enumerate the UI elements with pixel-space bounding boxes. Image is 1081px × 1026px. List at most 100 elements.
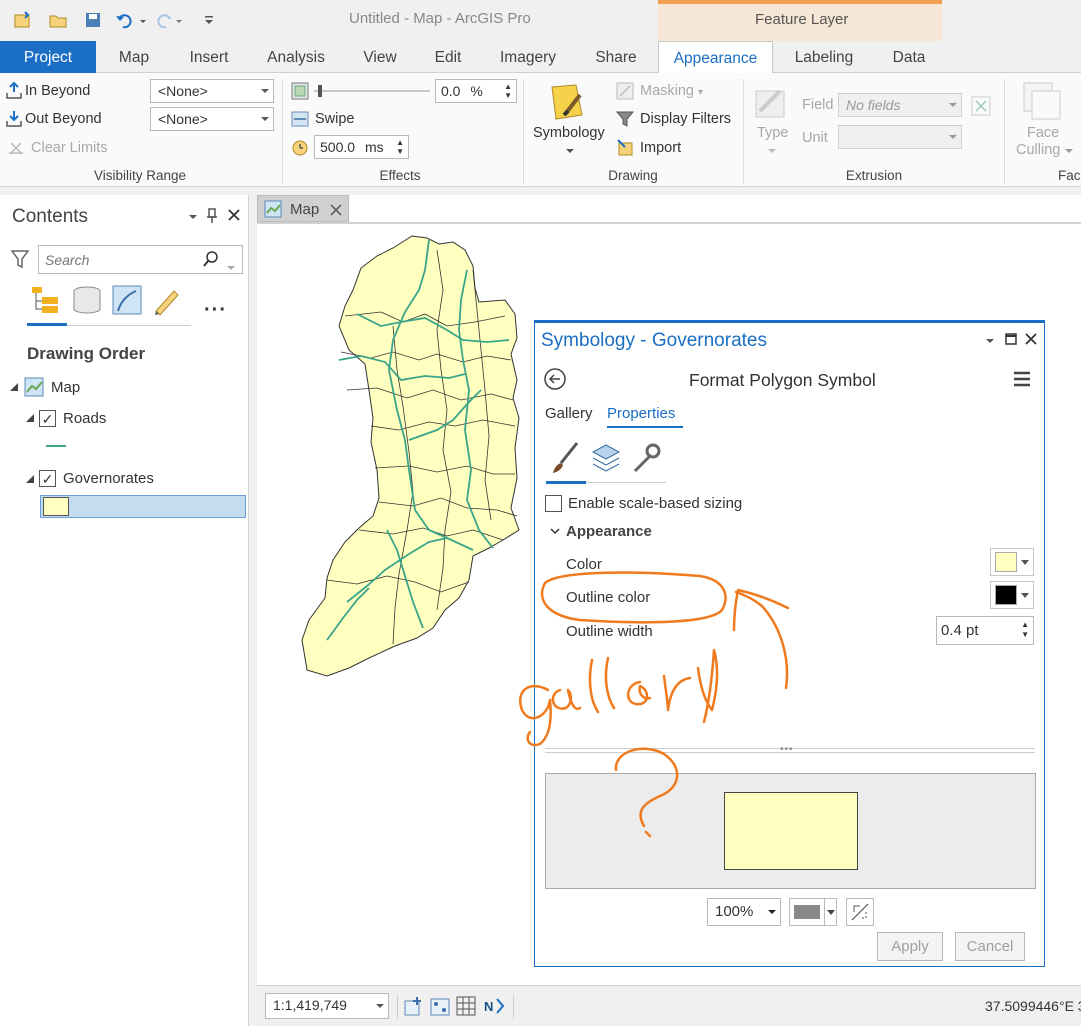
symbol-brush-icon[interactable] xyxy=(549,439,583,475)
out-beyond-button[interactable]: Out Beyond xyxy=(25,111,102,127)
list-by-editing-icon[interactable] xyxy=(150,283,184,317)
outline-width-input[interactable]: 0.4 pt ▲ ▼ xyxy=(936,616,1034,645)
redo-icon[interactable] xyxy=(152,10,186,30)
undo-icon[interactable] xyxy=(114,10,148,30)
list-by-drawing-order-icon[interactable] xyxy=(28,283,64,317)
grid-icon[interactable] xyxy=(455,995,477,1017)
in-beyond-button[interactable]: In Beyond xyxy=(25,83,90,99)
outline-width-value: 0.4 pt xyxy=(941,622,979,639)
map-scale-select[interactable]: 1:1,419,749 xyxy=(265,993,389,1019)
tab-project[interactable]: Project xyxy=(0,41,96,73)
tab-labeling[interactable]: Labeling xyxy=(786,41,862,73)
symbol-properties-wrench-icon[interactable] xyxy=(629,439,663,475)
masking-button[interactable]: Masking ▾ xyxy=(640,83,703,99)
outline-color-picker[interactable] xyxy=(990,581,1034,609)
fixed-zoom-icon[interactable] xyxy=(403,995,425,1017)
roads-symbol-icon[interactable] xyxy=(46,445,66,447)
tab-view[interactable]: View xyxy=(352,41,408,73)
preview-grid-toggle-icon[interactable] xyxy=(846,898,874,926)
search-input[interactable] xyxy=(39,246,189,273)
transparency-input[interactable]: 0.0 % ▲ ▼ xyxy=(435,79,517,103)
map-view-tab[interactable]: Map xyxy=(257,195,349,222)
pin-icon[interactable] xyxy=(204,207,220,225)
import-button[interactable]: Import xyxy=(640,140,681,156)
tab-imagery[interactable]: Imagery xyxy=(490,41,566,73)
new-project-icon[interactable] xyxy=(12,10,34,30)
maximize-icon[interactable] xyxy=(1003,331,1019,347)
save-project-icon[interactable] xyxy=(82,10,104,30)
scale-based-sizing-checkbox[interactable] xyxy=(545,495,562,512)
clear-limits-button[interactable]: Clear Limits xyxy=(31,140,108,156)
face-culling-label-1[interactable]: Face xyxy=(1027,125,1059,141)
face-culling-dropdown-icon[interactable] xyxy=(1064,147,1074,155)
governorates-map[interactable] xyxy=(297,230,527,685)
flicker-interval-input[interactable]: 500.0 ms ▲ ▼ xyxy=(314,135,409,159)
spinner-icon[interactable]: ▲ ▼ xyxy=(1021,620,1029,640)
layer-governorates[interactable]: Governorates xyxy=(63,470,154,487)
symbology-icon[interactable] xyxy=(548,81,590,121)
splitter-grip-icon[interactable]: ••• xyxy=(780,744,794,755)
in-beyond-select[interactable]: <None> xyxy=(150,79,274,103)
governorates-visibility-checkbox[interactable]: ✓ xyxy=(39,470,56,487)
close-icon[interactable] xyxy=(226,207,242,223)
roads-visibility-checkbox[interactable]: ✓ xyxy=(39,410,56,427)
close-map-tab-icon[interactable] xyxy=(330,203,342,219)
close-icon[interactable] xyxy=(1023,331,1039,347)
tab-gallery[interactable]: Gallery xyxy=(545,405,593,422)
face-culling-label-2[interactable]: Culling xyxy=(1016,142,1060,158)
fill-color-picker[interactable] xyxy=(990,548,1034,576)
symbol-layers-icon[interactable] xyxy=(589,439,623,475)
cancel-button[interactable]: Cancel xyxy=(955,932,1025,961)
layer-roads[interactable]: Roads xyxy=(63,410,106,427)
north-arrow-icon[interactable]: N xyxy=(483,995,507,1017)
extrusion-type-button[interactable]: Type xyxy=(757,125,788,141)
symbology-dropdown-icon[interactable] xyxy=(564,147,576,155)
collapse-governorates-icon[interactable] xyxy=(24,473,36,485)
open-project-icon[interactable] xyxy=(47,10,69,30)
tab-insert[interactable]: Insert xyxy=(178,41,240,73)
back-icon[interactable] xyxy=(543,367,567,391)
search-options-icon[interactable] xyxy=(227,258,235,274)
collapse-roads-icon[interactable] xyxy=(24,412,36,424)
tab-appearance[interactable]: Appearance xyxy=(658,41,773,74)
filter-icon[interactable] xyxy=(10,248,30,270)
expression-icon[interactable] xyxy=(970,95,992,117)
transparency-slider[interactable] xyxy=(314,83,430,99)
collapse-map-icon[interactable] xyxy=(8,381,20,393)
pane-menu-icon[interactable] xyxy=(983,335,997,347)
tab-properties[interactable]: Properties xyxy=(607,405,675,422)
flicker-icon xyxy=(290,137,310,157)
outline-color-label: Outline color xyxy=(566,589,651,606)
tab-edit[interactable]: Edit xyxy=(424,41,472,73)
list-by-selection-icon[interactable] xyxy=(110,283,144,317)
out-beyond-select[interactable]: <None> xyxy=(150,107,274,131)
chevron-down-icon[interactable] xyxy=(549,526,561,536)
spinner-icon[interactable]: ▲ ▼ xyxy=(396,138,404,156)
tab-share[interactable]: Share xyxy=(584,41,648,73)
preview-background-picker[interactable] xyxy=(789,898,837,926)
hamburger-menu-icon[interactable] xyxy=(1011,369,1033,389)
grid-snap-icon[interactable] xyxy=(429,995,451,1017)
display-filters-button[interactable]: Display Filters xyxy=(640,111,731,127)
governorates-symbol-swatch[interactable] xyxy=(43,497,69,516)
search-icon[interactable] xyxy=(203,250,219,271)
extrusion-unit-select[interactable] xyxy=(838,125,962,149)
map-item[interactable]: Map xyxy=(51,379,80,396)
appearance-section-header[interactable]: Appearance xyxy=(566,523,652,540)
customize-toolbar-icon[interactable] xyxy=(198,10,220,30)
search-field[interactable] xyxy=(38,245,243,274)
preview-zoom-select[interactable]: 100% xyxy=(707,898,781,926)
symbology-button[interactable]: Symbology xyxy=(533,125,605,141)
spinner-icon[interactable]: ▲ ▼ xyxy=(504,82,512,100)
tab-map[interactable]: Map xyxy=(104,41,164,73)
pane-menu-icon[interactable] xyxy=(186,211,200,223)
list-by-data-source-icon[interactable] xyxy=(70,283,104,317)
tab-analysis[interactable]: Analysis xyxy=(258,41,334,73)
extrusion-type-dropdown-icon[interactable] xyxy=(766,147,778,155)
apply-button[interactable]: Apply xyxy=(877,932,943,961)
governorates-symbol-row[interactable] xyxy=(40,495,246,518)
swipe-button[interactable]: Swipe xyxy=(315,111,355,127)
tab-data[interactable]: Data xyxy=(880,41,938,73)
extrusion-field-select[interactable]: No fields xyxy=(838,93,962,117)
more-options-icon[interactable]: ··· xyxy=(204,299,227,322)
